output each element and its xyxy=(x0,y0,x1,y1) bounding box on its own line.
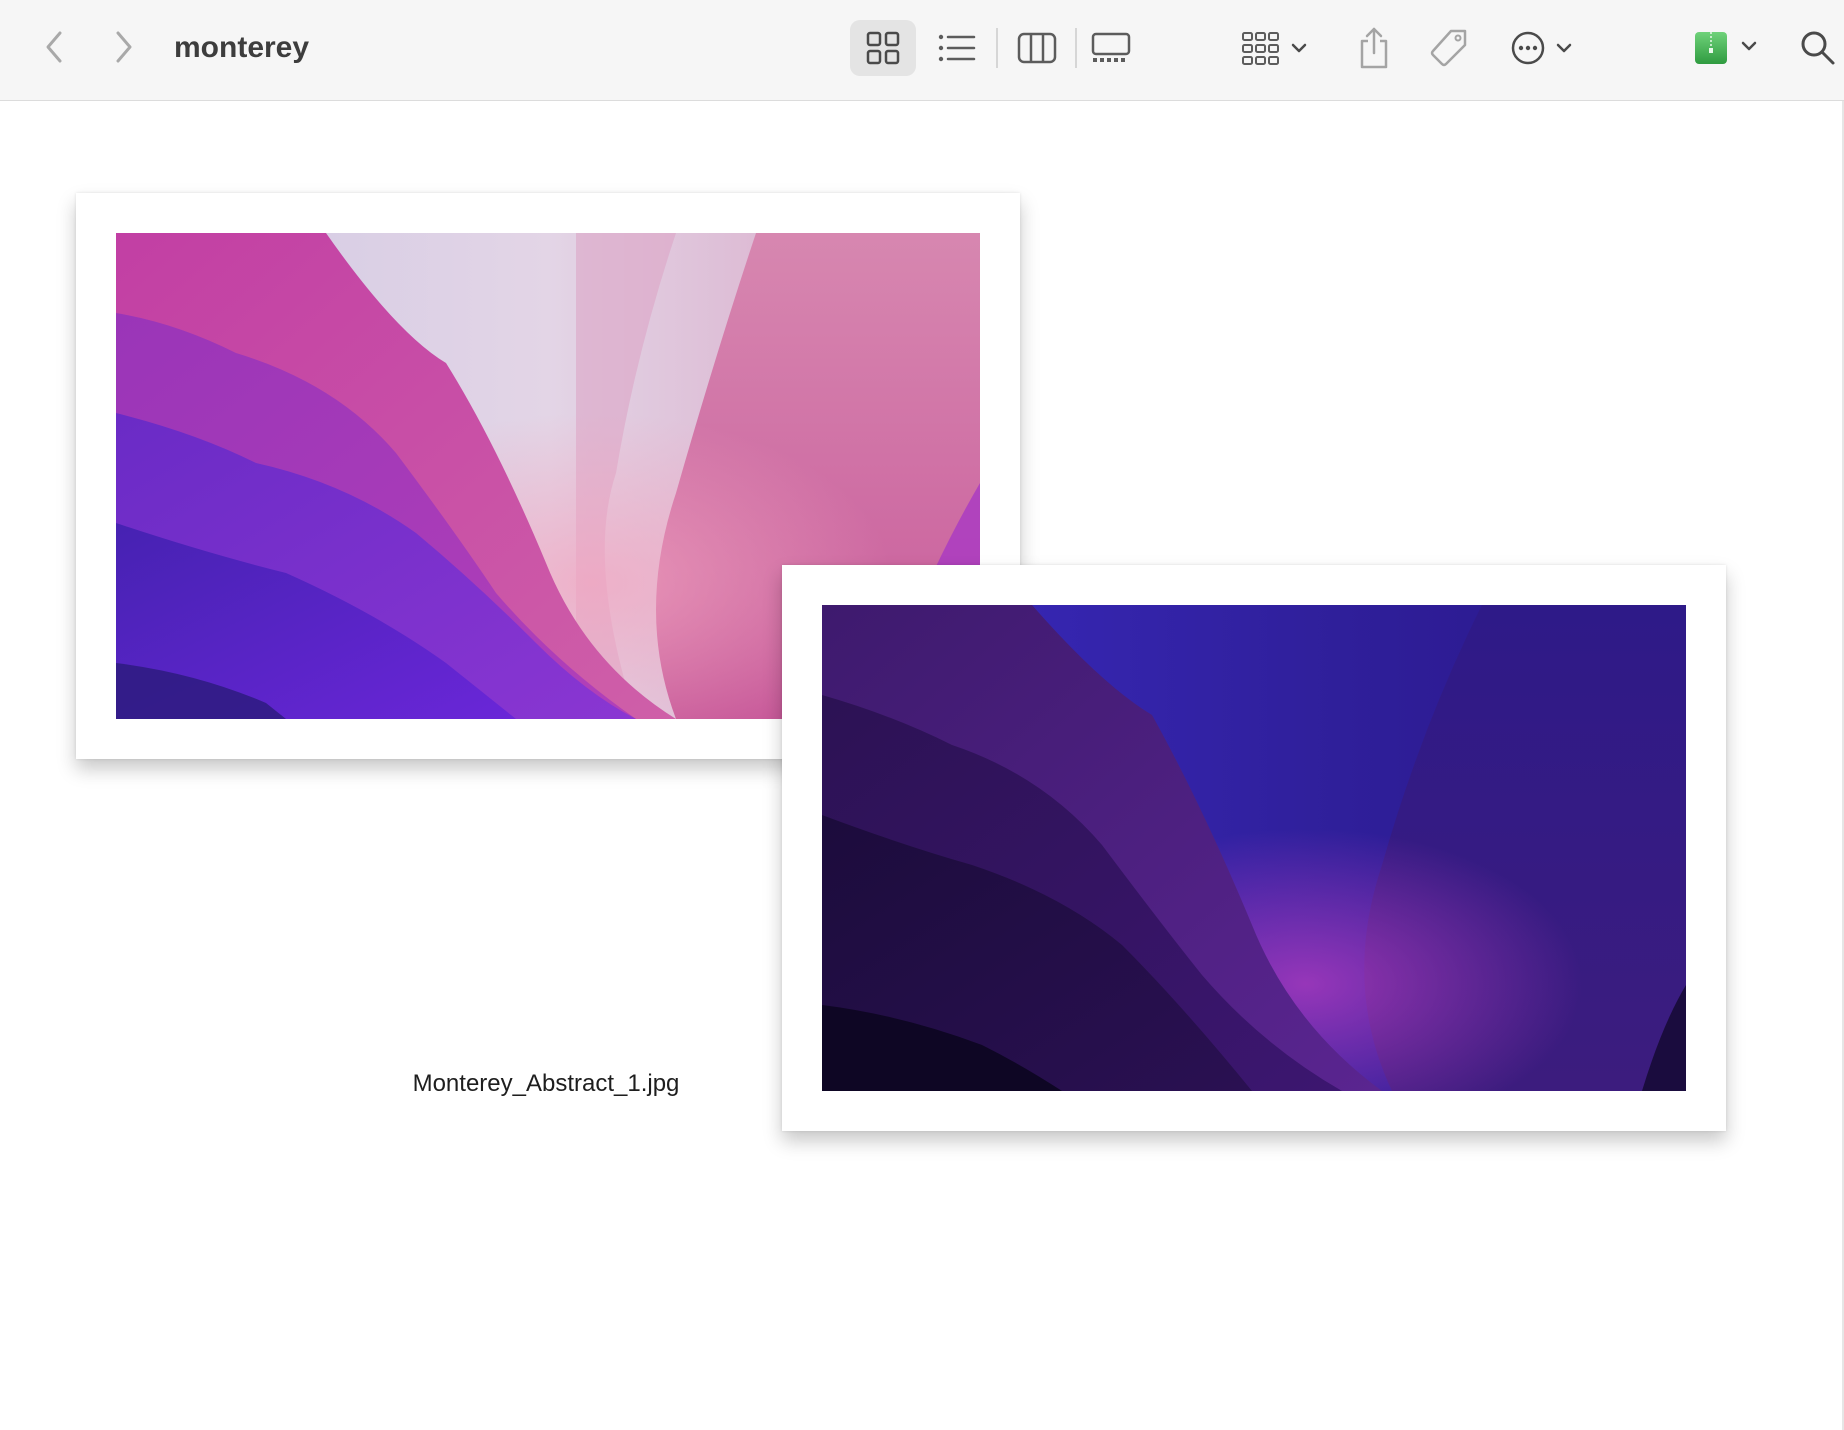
gallery-view-icon xyxy=(1091,32,1131,62)
thumbnail-frame xyxy=(782,565,1726,1131)
group-by-icon xyxy=(1242,32,1307,65)
chevron-right-icon xyxy=(116,31,132,63)
toolbar-divider xyxy=(996,28,998,68)
back-button[interactable] xyxy=(34,24,74,70)
toolbar: monterey xyxy=(0,0,1844,101)
folder-title: monterey xyxy=(174,31,310,64)
archive-utility-icon xyxy=(1695,32,1757,64)
grid-view-icon xyxy=(866,31,900,65)
more-actions-icon xyxy=(1511,31,1572,65)
file-browser-area[interactable]: Monterey_Abstract_1.jpg xyxy=(0,101,1844,1430)
toolbar-divider xyxy=(1075,28,1077,68)
gallery-view-button[interactable] xyxy=(1078,20,1144,76)
chevron-down-icon xyxy=(1291,43,1307,53)
chevron-left-icon xyxy=(46,31,62,63)
archive-utility-button[interactable] xyxy=(1688,20,1764,76)
share-icon xyxy=(1360,27,1388,69)
chevron-down-icon xyxy=(1556,43,1572,53)
group-by-button[interactable] xyxy=(1236,20,1316,76)
column-view-button[interactable] xyxy=(1004,20,1070,76)
tag-button[interactable] xyxy=(1426,20,1472,76)
file-name-label[interactable]: Monterey_Abstract_1.jpg xyxy=(296,1069,796,1099)
finder-window: monterey Monterey_Abstract_1.jpg xyxy=(0,0,1844,1430)
tag-icon xyxy=(1430,29,1467,67)
search-icon xyxy=(1801,31,1835,65)
share-button[interactable] xyxy=(1352,20,1396,76)
column-view-icon xyxy=(1017,32,1057,64)
list-view-button[interactable] xyxy=(924,20,990,76)
forward-button[interactable] xyxy=(104,24,144,70)
thumbnail-monterey-dark xyxy=(822,605,1686,1091)
more-actions-button[interactable] xyxy=(1508,20,1582,76)
list-view-icon xyxy=(938,34,976,62)
file-item[interactable] xyxy=(782,565,1726,1131)
search-button[interactable] xyxy=(1796,24,1840,72)
chevron-down-icon xyxy=(1741,41,1757,51)
icon-view-button[interactable] xyxy=(850,20,916,76)
